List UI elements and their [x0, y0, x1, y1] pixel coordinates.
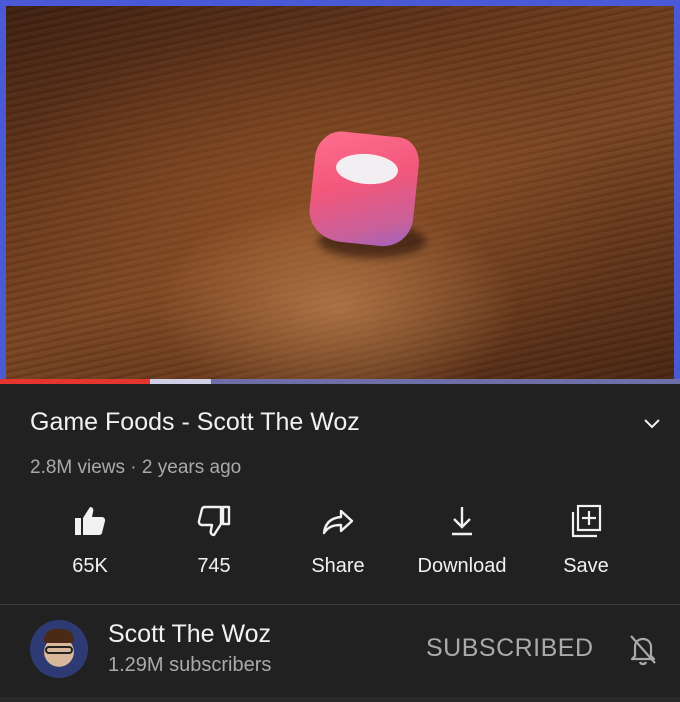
like-count: 65K — [72, 555, 108, 577]
video-player[interactable] — [6, 6, 674, 379]
video-meta: 2.8M views · 2 years ago — [30, 457, 242, 478]
download-icon — [444, 503, 480, 539]
dislike-button[interactable]: 745 — [159, 503, 269, 583]
notifications-off-bell-icon[interactable] — [626, 632, 660, 666]
download-label: Download — [417, 555, 507, 577]
save-button[interactable]: Save — [531, 503, 641, 583]
avatar-hair — [44, 629, 74, 643]
thumbs-up-icon — [72, 503, 108, 539]
share-button[interactable]: Share — [283, 503, 393, 583]
share-label: Share — [311, 555, 365, 577]
progress-bar-played — [0, 379, 150, 384]
subscribed-button[interactable]: SUBSCRIBED — [426, 634, 594, 663]
channel-name[interactable]: Scott The Woz — [108, 620, 271, 649]
avatar-glasses — [45, 646, 73, 654]
dislike-count: 745 — [197, 555, 231, 577]
video-frame-candy — [306, 128, 422, 250]
save-to-playlist-icon — [568, 503, 604, 539]
progress-bar[interactable] — [0, 379, 680, 384]
video-player-frame[interactable] — [0, 0, 680, 379]
section-divider — [0, 604, 680, 605]
download-button[interactable]: Download — [407, 503, 517, 583]
thumbs-down-icon — [196, 503, 232, 539]
channel-avatar[interactable] — [30, 620, 88, 678]
bottom-separator — [0, 697, 680, 702]
video-title[interactable]: Game Foods - Scott The Woz — [30, 408, 360, 437]
progress-bar-buffered — [149, 379, 211, 384]
chevron-down-icon[interactable] — [640, 412, 664, 436]
like-button[interactable]: 65K — [35, 503, 145, 583]
share-icon — [320, 503, 356, 539]
subscriber-count: 1.29M subscribers — [108, 654, 272, 676]
save-label: Save — [563, 555, 609, 577]
